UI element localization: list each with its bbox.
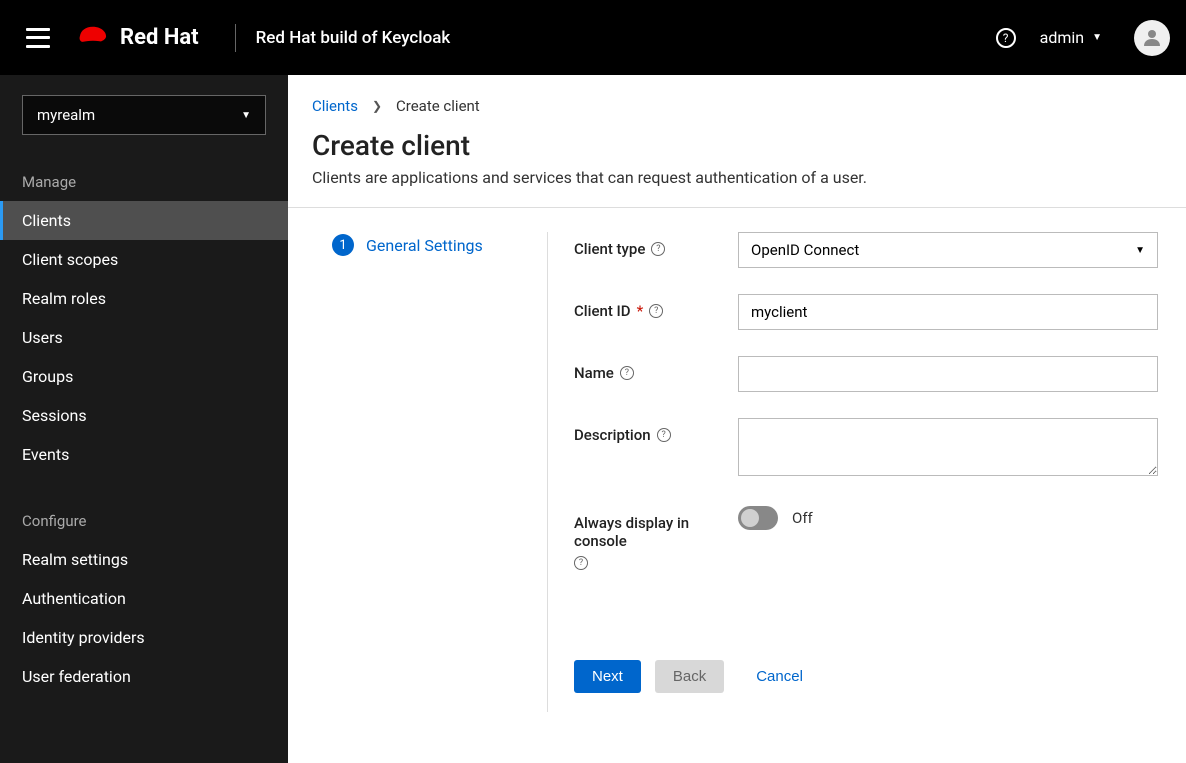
step-number-badge: 1 xyxy=(332,234,354,256)
header-divider xyxy=(235,24,236,52)
app-header: Red Hat Red Hat build of Keycloak ? admi… xyxy=(0,0,1186,75)
client-type-value: OpenID Connect xyxy=(751,241,859,259)
breadcrumb-current: Create client xyxy=(396,97,480,115)
sidebar-item-realm-settings[interactable]: Realm settings xyxy=(0,540,288,579)
redhat-icon xyxy=(74,24,112,52)
form-fields: Client type ? OpenID Connect ▼ Client ID… xyxy=(548,232,1158,712)
form-actions: Next Back Cancel xyxy=(574,660,1158,693)
info-icon[interactable]: ? xyxy=(657,428,671,442)
page-description: Clients are applications and services th… xyxy=(312,168,1162,187)
wizard-step-general-settings[interactable]: 1 General Settings xyxy=(332,234,547,256)
always-display-label: Always display in console ? xyxy=(574,506,738,570)
sidebar-item-realm-roles[interactable]: Realm roles xyxy=(0,279,288,318)
sidebar-item-clients[interactable]: Clients xyxy=(0,201,288,240)
sidebar-item-client-scopes[interactable]: Client scopes xyxy=(0,240,288,279)
realm-selector[interactable]: myrealm ▼ xyxy=(22,95,266,135)
product-name: Red Hat build of Keycloak xyxy=(256,28,451,48)
info-icon[interactable]: ? xyxy=(649,304,663,318)
client-type-select[interactable]: OpenID Connect ▼ xyxy=(738,232,1158,268)
sidebar-item-sessions[interactable]: Sessions xyxy=(0,396,288,435)
caret-down-icon: ▼ xyxy=(241,110,251,121)
sidebar-item-authentication[interactable]: Authentication xyxy=(0,579,288,618)
chevron-right-icon: ❯ xyxy=(372,99,382,113)
page-title: Create client xyxy=(312,129,1162,162)
help-icon[interactable]: ? xyxy=(996,28,1016,48)
client-id-input[interactable] xyxy=(738,294,1158,330)
info-icon[interactable]: ? xyxy=(574,556,588,570)
sidebar-item-user-federation[interactable]: User federation xyxy=(0,657,288,696)
avatar-icon[interactable] xyxy=(1134,20,1170,56)
wizard-steps: 1 General Settings xyxy=(312,232,548,712)
next-button[interactable]: Next xyxy=(574,660,641,693)
sidebar-item-identity-providers[interactable]: Identity providers xyxy=(0,618,288,657)
page-header: Create client Clients are applications a… xyxy=(288,123,1186,208)
required-indicator: * xyxy=(637,302,644,320)
client-id-label: Client ID * ? xyxy=(574,294,738,320)
hamburger-menu-icon[interactable] xyxy=(26,28,50,48)
name-label: Name ? xyxy=(574,356,738,382)
brand-text: Red Hat xyxy=(120,25,199,50)
breadcrumb-parent[interactable]: Clients xyxy=(312,97,358,115)
sidebar-item-users[interactable]: Users xyxy=(0,318,288,357)
brand-logo[interactable]: Red Hat xyxy=(74,24,199,52)
description-textarea[interactable] xyxy=(738,418,1158,476)
caret-down-icon: ▼ xyxy=(1135,245,1145,256)
nav-section-manage: Manage xyxy=(0,159,288,201)
cancel-button[interactable]: Cancel xyxy=(738,660,821,693)
info-icon[interactable]: ? xyxy=(651,242,665,256)
user-dropdown[interactable]: admin ▼ xyxy=(1040,28,1102,47)
sidebar: myrealm ▼ Manage Clients Client scopes R… xyxy=(0,75,288,763)
caret-down-icon: ▼ xyxy=(1092,32,1102,43)
always-display-toggle[interactable] xyxy=(738,506,778,530)
nav-section-configure: Configure xyxy=(0,498,288,540)
description-label: Description ? xyxy=(574,418,738,444)
name-input[interactable] xyxy=(738,356,1158,392)
user-name: admin xyxy=(1040,28,1084,47)
breadcrumb: Clients ❯ Create client xyxy=(288,75,1186,123)
toggle-state-label: Off xyxy=(792,509,813,527)
sidebar-item-events[interactable]: Events xyxy=(0,435,288,474)
realm-name: myrealm xyxy=(37,106,95,124)
sidebar-item-groups[interactable]: Groups xyxy=(0,357,288,396)
back-button: Back xyxy=(655,660,724,693)
main-content: Clients ❯ Create client Create client Cl… xyxy=(288,75,1186,763)
info-icon[interactable]: ? xyxy=(620,366,634,380)
step-label: General Settings xyxy=(366,236,483,255)
client-type-label: Client type ? xyxy=(574,232,738,258)
